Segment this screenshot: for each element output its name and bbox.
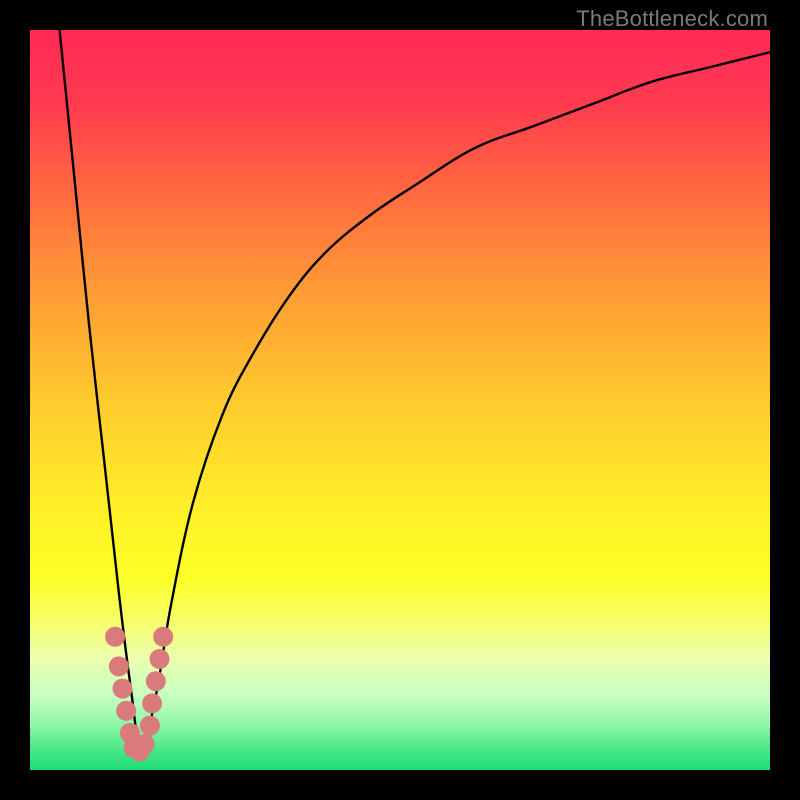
highlight-dot: [153, 627, 173, 647]
highlight-dot: [146, 671, 166, 691]
chart-frame: TheBottleneck.com: [0, 0, 800, 800]
plot-area: [30, 30, 770, 770]
highlight-dot: [116, 701, 136, 721]
highlight-dot: [135, 734, 155, 754]
highlight-dot: [113, 679, 133, 699]
watermark-text: TheBottleneck.com: [576, 6, 768, 32]
highlight-dot: [105, 627, 125, 647]
highlight-dot: [109, 656, 129, 676]
highlight-dot: [150, 649, 170, 669]
curve-layer: [30, 30, 770, 770]
highlight-dot: [142, 693, 162, 713]
highlight-dot: [140, 716, 160, 736]
